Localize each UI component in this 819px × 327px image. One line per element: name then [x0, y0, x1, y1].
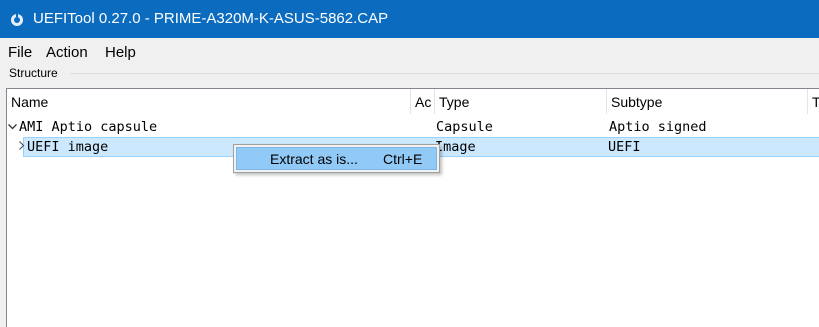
column-header-name[interactable]: Name — [7, 89, 411, 114]
chevron-right-icon[interactable] — [16, 140, 27, 151]
window-title: UEFITool 0.27.0 - PRIME-A320M-K-ASUS-586… — [33, 10, 389, 27]
context-menu: Extract as is... Ctrl+E — [233, 144, 440, 173]
chevron-down-icon[interactable] — [7, 121, 18, 132]
row-subtype: Aptio signed — [609, 119, 707, 135]
column-header-text[interactable]: T — [808, 89, 819, 114]
tree-header: Name Ac Type Subtype T — [7, 89, 819, 114]
row-name: AMI Aptio capsule — [19, 119, 158, 135]
column-header-type[interactable]: Type — [435, 89, 607, 114]
group-divider — [70, 73, 819, 74]
row-type: Capsule — [436, 119, 493, 135]
tree-row[interactable]: AMI Aptio capsule Capsule Aptio signed — [7, 118, 819, 138]
menu-action[interactable]: Action — [46, 44, 88, 61]
row-name: UEFI image — [27, 139, 109, 155]
row-type: Image — [435, 139, 476, 155]
menu-file[interactable]: File — [8, 44, 32, 61]
app-icon — [11, 14, 23, 26]
column-header-action[interactable]: Ac — [411, 89, 435, 114]
structure-label: Structure — [9, 66, 58, 80]
column-header-subtype[interactable]: Subtype — [607, 89, 808, 114]
row-subtype: UEFI — [608, 139, 641, 155]
menu-item-label: Extract as is... — [270, 151, 358, 167]
title-bar: UEFITool 0.27.0 - PRIME-A320M-K-ASUS-586… — [0, 0, 819, 38]
menu-bar: File Action Help — [0, 38, 819, 64]
extract-as-is-menu-item[interactable]: Extract as is... Ctrl+E — [236, 147, 437, 170]
menu-item-shortcut: Ctrl+E — [383, 151, 423, 167]
structure-tree[interactable]: Name Ac Type Subtype T AMI Aptio capsule… — [6, 88, 819, 327]
menu-help[interactable]: Help — [105, 44, 136, 61]
